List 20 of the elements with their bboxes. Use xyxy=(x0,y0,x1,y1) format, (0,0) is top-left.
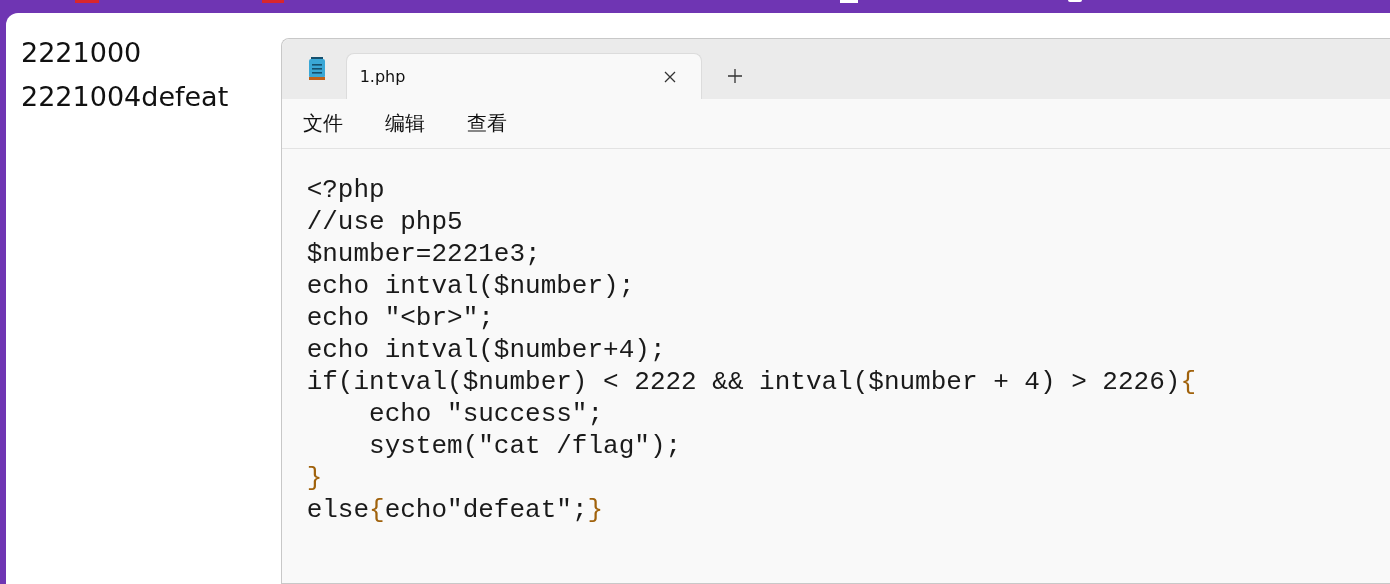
code-line: echo intval($number+4); xyxy=(306,334,666,366)
menu-item[interactable]: 查看 xyxy=(466,110,507,137)
page-output-text: 2221000 xyxy=(21,36,143,70)
code-line: //use php5 xyxy=(306,206,463,238)
code-line: echo intval($number); xyxy=(306,270,635,302)
file-tab[interactable]: 1.php xyxy=(345,53,702,99)
menu-item[interactable]: 编辑 xyxy=(384,110,425,137)
code-line: } xyxy=(306,462,323,494)
notepad-icon xyxy=(307,57,326,81)
code-line: <?php xyxy=(306,174,385,206)
code-line: echo "success"; xyxy=(368,398,604,430)
code-line: echo "<br>"; xyxy=(306,302,494,334)
code-line: else{echo"defeat";} xyxy=(306,494,604,526)
close-icon[interactable] xyxy=(662,69,677,84)
menu-item[interactable]: 文件 xyxy=(302,110,343,137)
code-line: if(intval($number) < 2222 && intval($number + 4) > 2226){ xyxy=(306,366,1196,398)
new-tab-icon[interactable] xyxy=(726,68,743,84)
code-line: system("cat /flag"); xyxy=(368,430,682,462)
code-line: $number=2221e3; xyxy=(306,238,541,270)
page-output-text: 2221004defeat xyxy=(21,80,230,114)
